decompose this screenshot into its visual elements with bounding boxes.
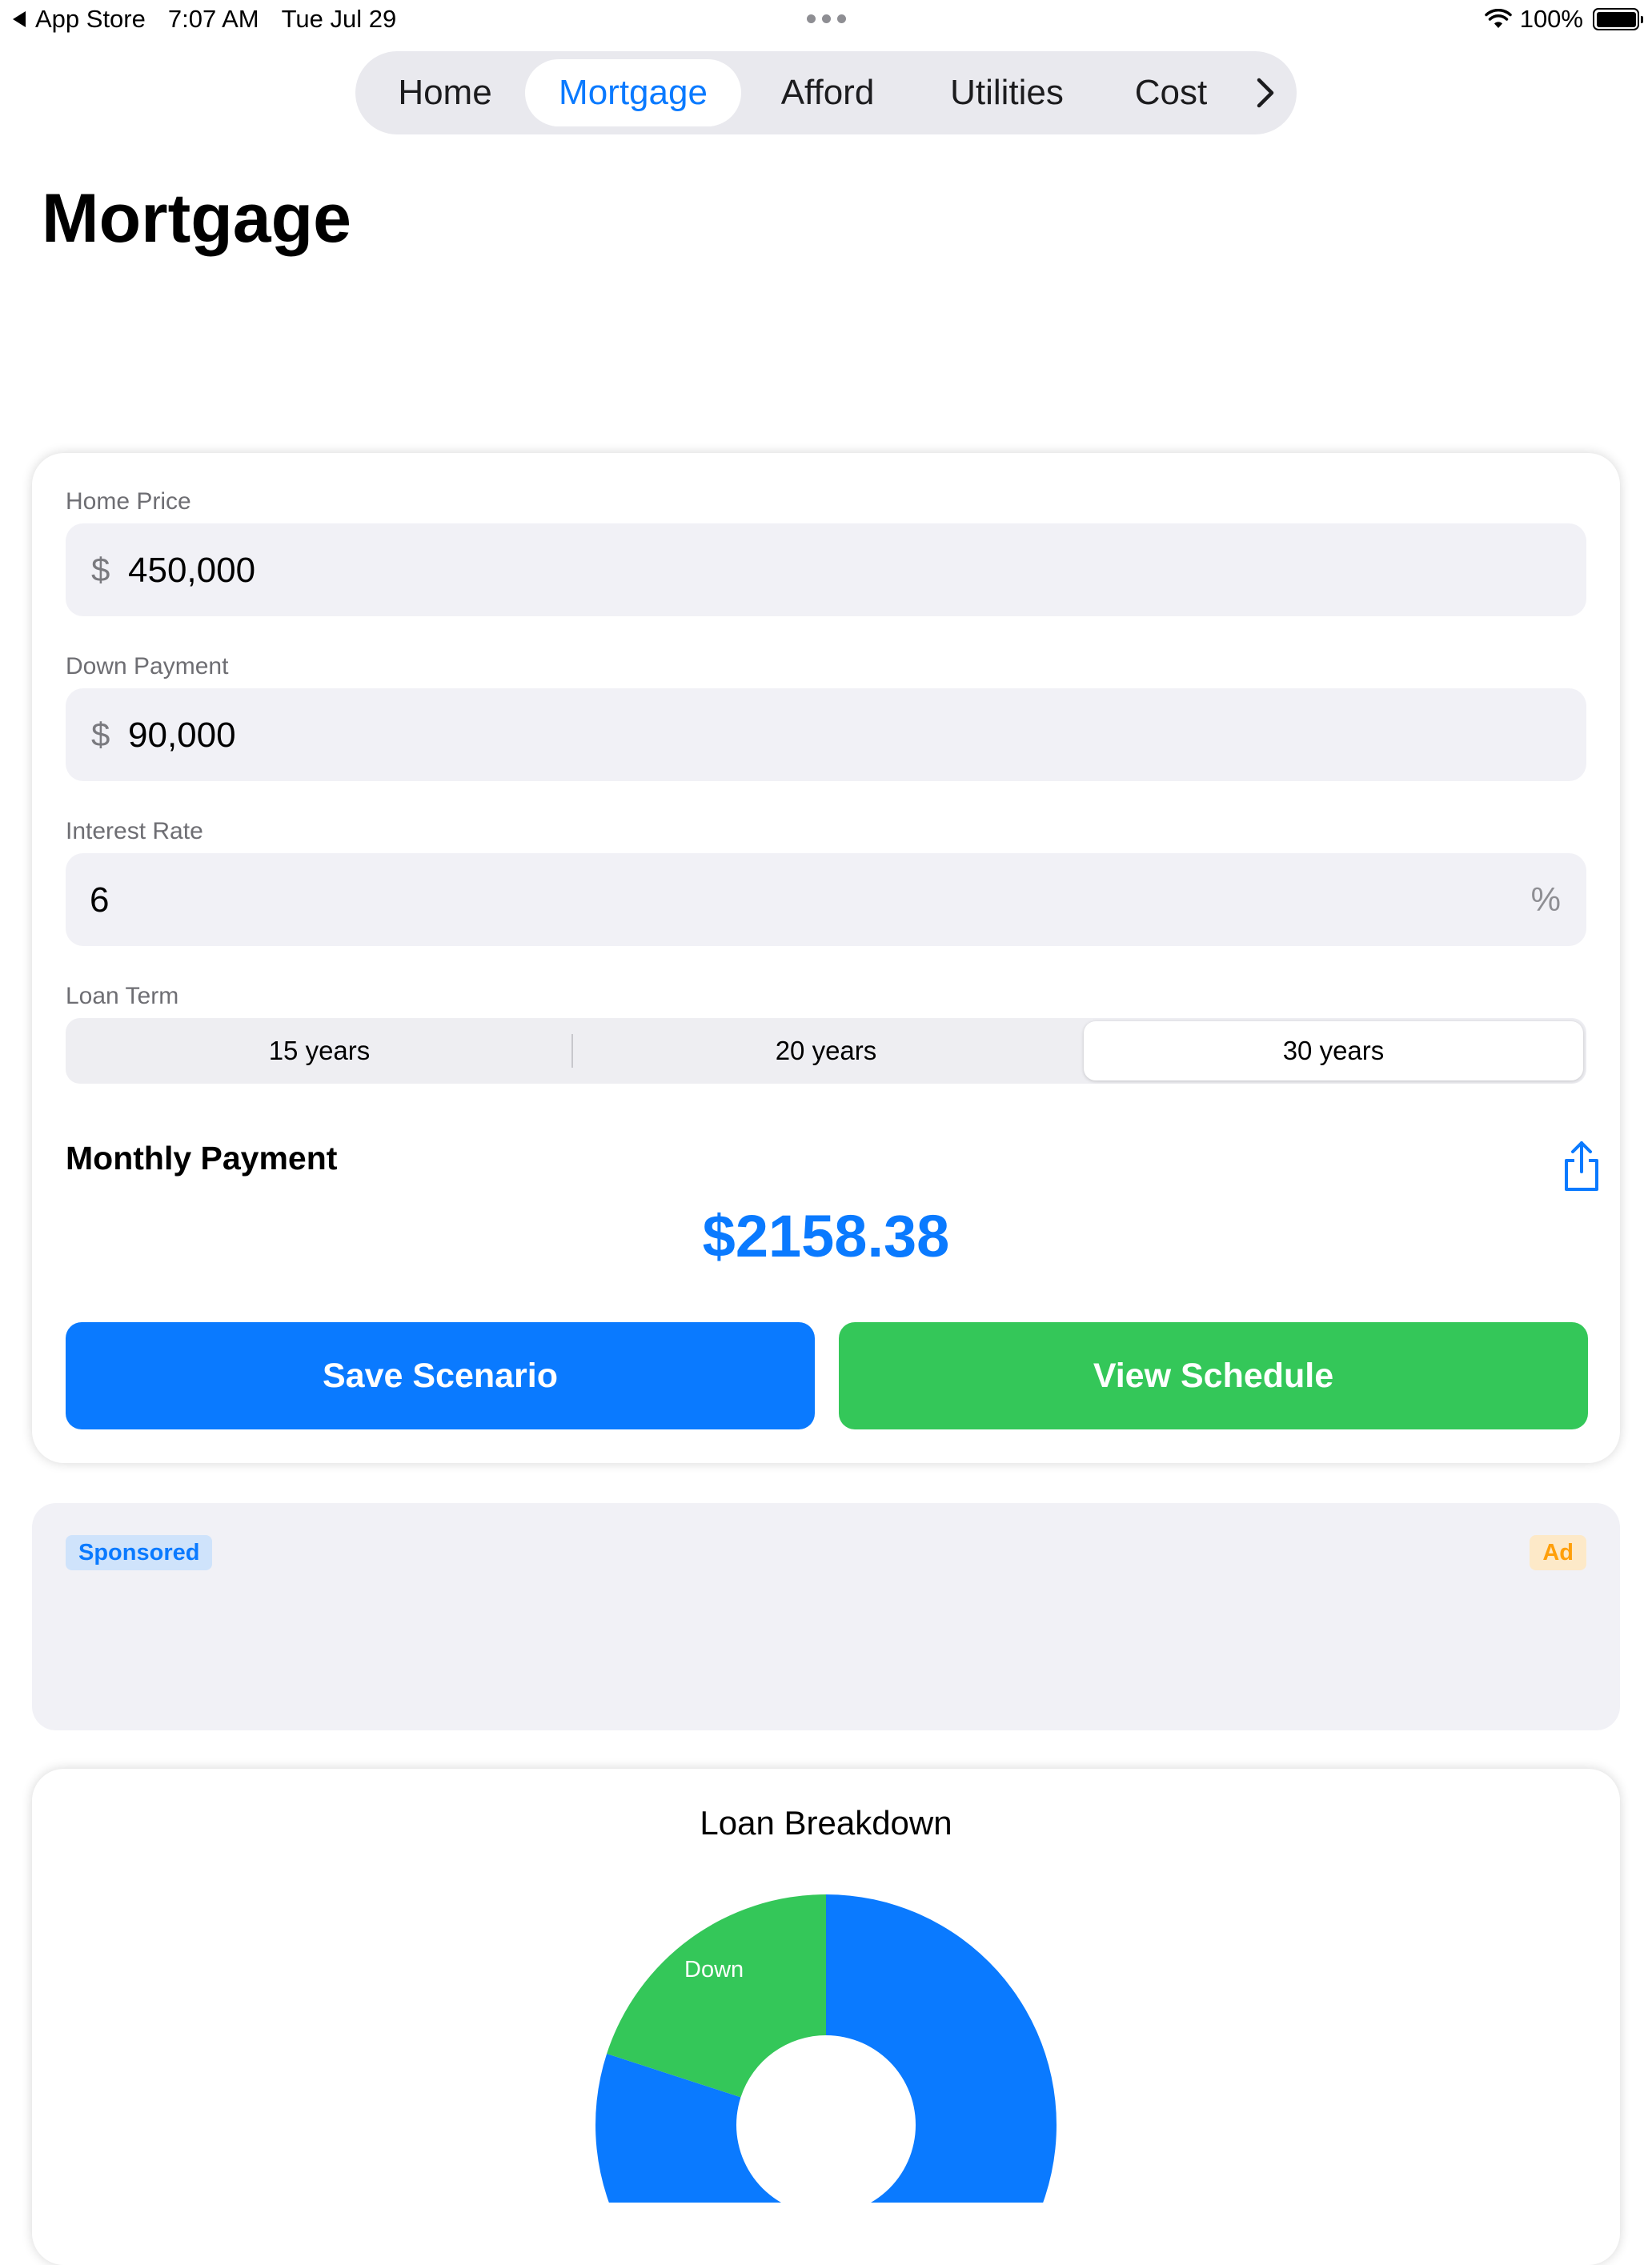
loan-term-30-years[interactable]: 30 years	[1084, 1021, 1583, 1080]
tab-mortgage[interactable]: Mortgage	[525, 59, 741, 126]
interest-rate-field[interactable]: 6 %	[66, 853, 1586, 946]
back-arrow-icon[interactable]	[13, 11, 26, 27]
pie-label-down: Down	[684, 1957, 744, 1982]
home-price-currency: $	[91, 551, 110, 588]
tab-home[interactable]: Home	[378, 59, 512, 126]
tab-bar: Home Mortgage Afford Utilities Cost	[355, 51, 1297, 134]
battery-percent: 100%	[1519, 5, 1583, 33]
percent-suffix: %	[1530, 880, 1561, 918]
status-bar: App Store 7:07 AM Tue Jul 29 100%	[0, 0, 1652, 40]
battery-icon	[1593, 8, 1643, 30]
interest-rate-value[interactable]: 6	[90, 880, 109, 920]
loan-term-segmented-control: 15 years 20 years 30 years	[66, 1018, 1586, 1084]
loan-term-15-years[interactable]: 15 years	[69, 1021, 570, 1080]
monthly-payment-label: Monthly Payment	[66, 1140, 338, 1177]
save-scenario-button[interactable]: Save Scenario	[66, 1322, 815, 1429]
share-icon[interactable]	[1561, 1140, 1602, 1193]
view-schedule-button[interactable]: View Schedule	[839, 1322, 1588, 1429]
loan-term-label: Loan Term	[66, 983, 179, 1009]
status-right: 100%	[1484, 5, 1643, 34]
multitasking-dots-icon[interactable]	[804, 14, 849, 23]
chevron-right-icon[interactable]	[1249, 75, 1282, 110]
status-date: Tue Jul 29	[281, 5, 397, 33]
interest-rate-label: Interest Rate	[66, 818, 203, 844]
tab-utilities[interactable]: Utilities	[919, 59, 1095, 126]
ad-banner[interactable]: Sponsored Ad	[32, 1503, 1620, 1730]
loan-breakdown-card: Loan Breakdown Down	[32, 1769, 1620, 2265]
back-to-app-store[interactable]: App Store	[35, 5, 146, 34]
down-payment-label: Down Payment	[66, 653, 229, 680]
segment-divider	[571, 1034, 573, 1068]
wifi-icon	[1484, 9, 1512, 28]
down-payment-currency: $	[91, 716, 110, 753]
tab-cost[interactable]: Cost	[1111, 59, 1231, 126]
loan-breakdown-donut-chart: Down	[595, 1894, 1057, 2203]
down-payment-field[interactable]: $ 90,000	[66, 688, 1586, 781]
calculator-card: Home Price $ 450,000 Down Payment $ 90,0…	[32, 453, 1620, 1463]
status-time: 7:07 AM	[167, 5, 259, 33]
home-price-field[interactable]: $ 450,000	[66, 523, 1586, 616]
loan-term-20-years[interactable]: 20 years	[575, 1021, 1077, 1080]
monthly-payment-value: $2158.38	[702, 1203, 950, 1269]
home-price-label: Home Price	[66, 488, 191, 515]
sponsored-badge: Sponsored	[66, 1535, 213, 1570]
chart-title: Loan Breakdown	[700, 1804, 952, 1842]
status-left: App Store 7:07 AM Tue Jul 29	[13, 5, 419, 34]
home-price-value[interactable]: 450,000	[128, 551, 255, 591]
ad-badge: Ad	[1530, 1535, 1586, 1570]
down-payment-value[interactable]: 90,000	[128, 716, 236, 756]
tab-afford[interactable]: Afford	[756, 59, 900, 126]
page-title: Mortgage	[42, 180, 351, 257]
